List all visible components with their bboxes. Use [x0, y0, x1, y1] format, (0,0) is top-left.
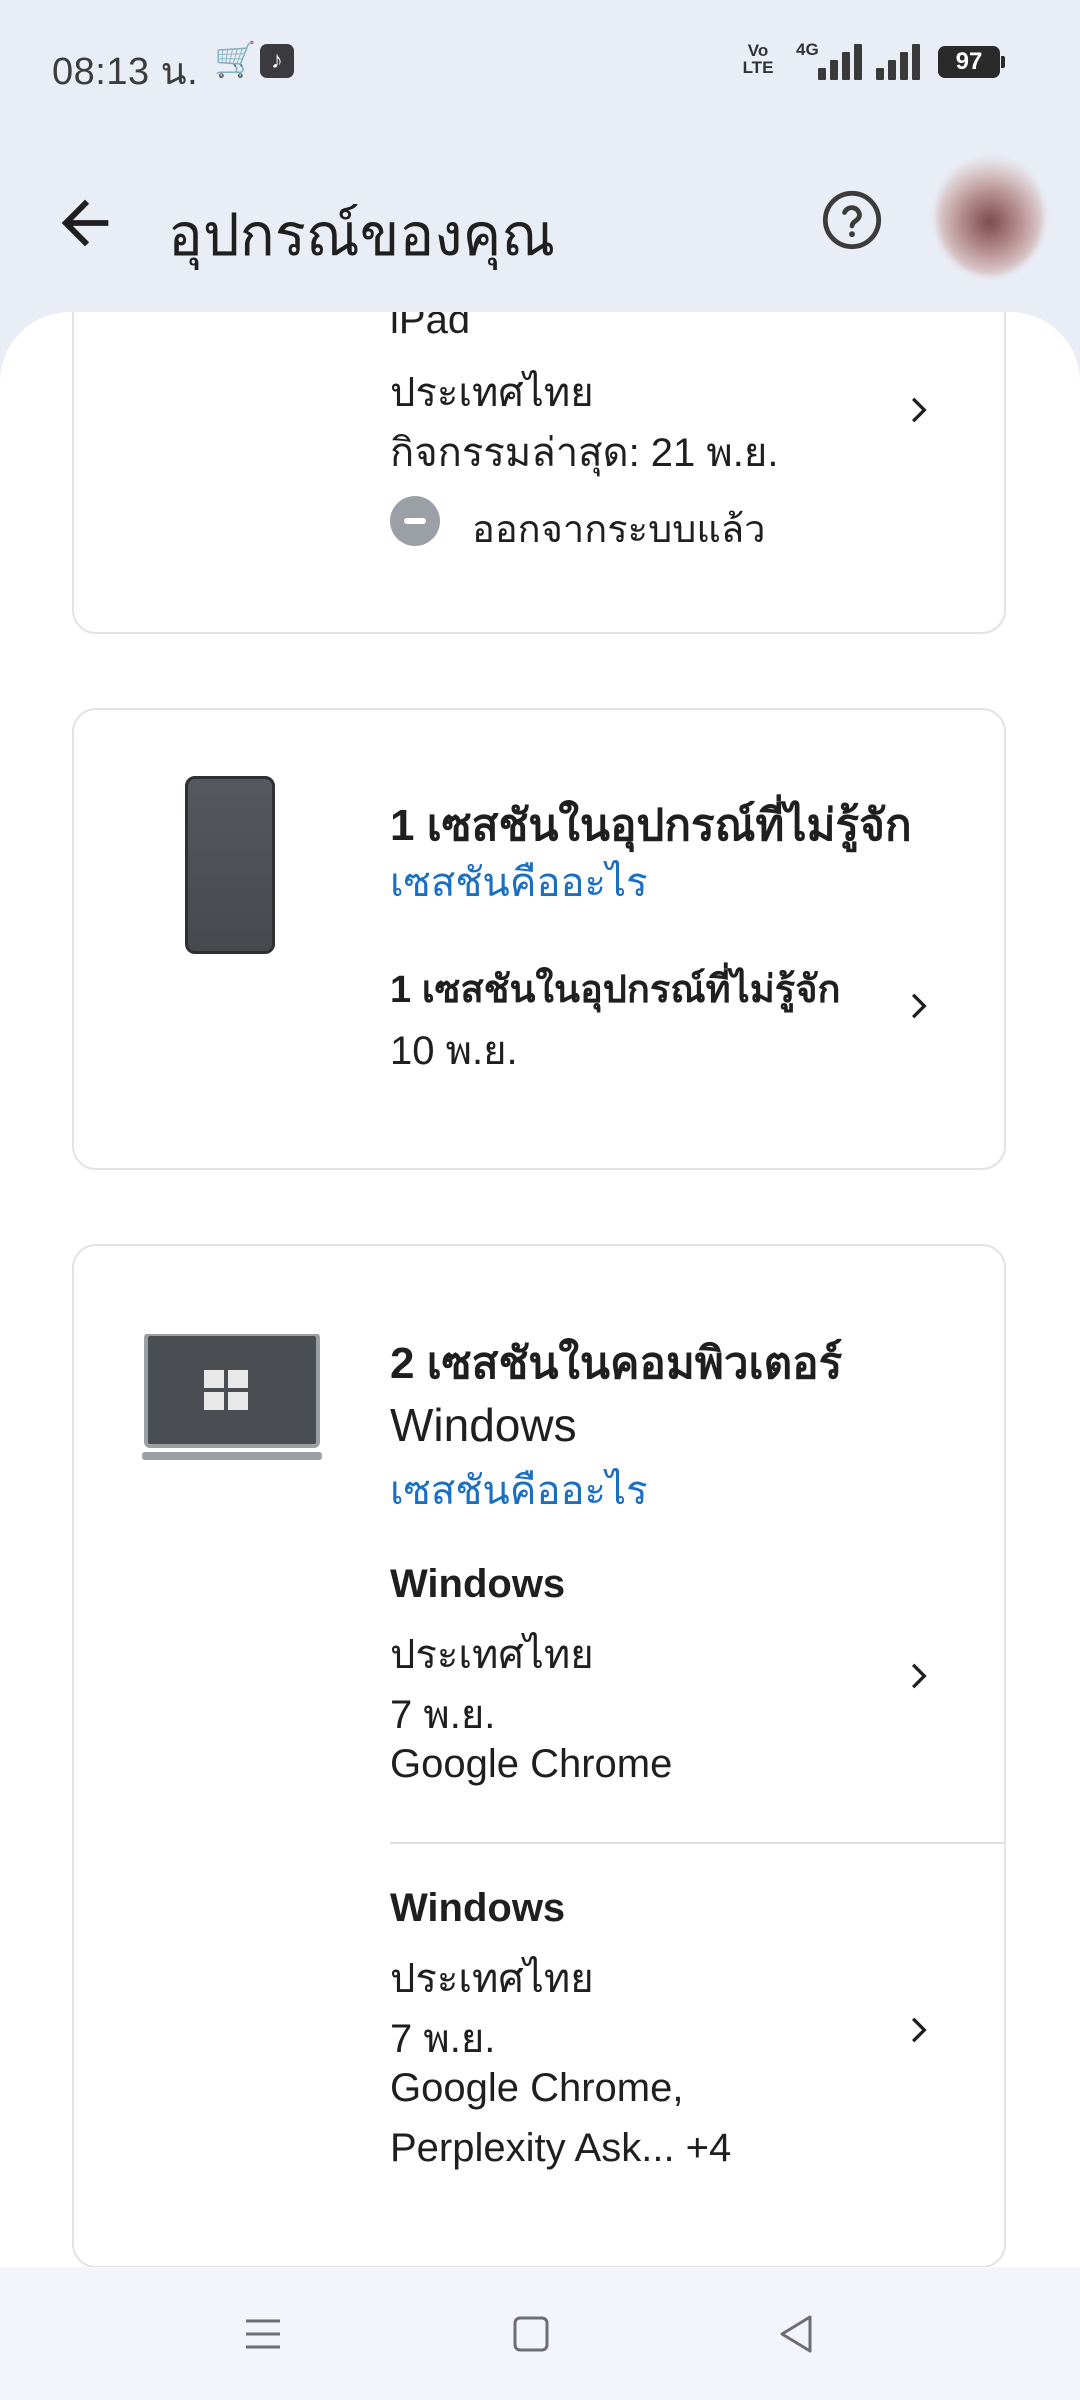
volte-indicator: Vo LTE: [734, 42, 782, 76]
system-navigation-bar: [0, 2267, 1080, 2400]
device-name: iPad: [390, 312, 471, 342]
session-location: ประเทศไทย: [390, 1957, 594, 2001]
signal-strength-icon: [876, 42, 924, 80]
network-type: 4G: [796, 40, 819, 59]
card-heading-line2: Windows: [390, 1399, 577, 1451]
help-button[interactable]: [820, 188, 884, 252]
chevron-right-icon: [900, 1656, 940, 1696]
chevron-right-icon: [900, 986, 940, 1026]
what-is-session-link[interactable]: เซสชันคืออะไร: [390, 850, 648, 914]
shopping-cart-icon: 🛒: [214, 41, 257, 79]
chevron-right-icon: [900, 390, 940, 430]
recent-apps-button[interactable]: [238, 2309, 288, 2359]
status-time: 08:13 น.: [52, 51, 199, 93]
session-apps: Google Chrome,: [390, 2066, 684, 2110]
divider: [390, 1842, 1004, 1844]
back-button[interactable]: [50, 188, 120, 258]
session-apps: Google Chrome: [390, 1742, 673, 1786]
home-button[interactable]: [506, 2309, 556, 2359]
windows-laptop-icon: [142, 1332, 322, 1464]
page-title: อุปกรณ์ของคุณ: [168, 203, 556, 268]
what-is-session-link[interactable]: เซสชันคืออะไร: [390, 1458, 648, 1522]
device-location: ประเทศไทย: [390, 371, 594, 415]
card-heading: 2 เซสชันในคอมพิวเตอร์: [390, 1339, 843, 1388]
tiktok-icon: ♪: [260, 44, 294, 78]
devices-list: iPad ประเทศไทย กิจกรรมล่าสุด: 21 พ.ย. ออ…: [0, 312, 1080, 2267]
session-date: 7 พ.ย.: [390, 1693, 496, 1737]
arrow-back-icon: [61, 199, 109, 247]
account-avatar[interactable]: [936, 156, 1044, 276]
app-bar: อุปกรณ์ของคุณ: [0, 128, 1080, 312]
session-location: ประเทศไทย: [390, 1633, 594, 1677]
back-nav-button[interactable]: [772, 2309, 822, 2359]
device-status: ออกจากระบบแล้ว: [472, 509, 766, 551]
smartphone-icon: [185, 776, 275, 954]
menu-lines-icon: [246, 2319, 280, 2349]
session-apps-more: Perplexity Ask... +4: [390, 2126, 732, 2170]
square-icon: [513, 2316, 549, 2352]
signal-strength-icon: [818, 42, 866, 80]
chevron-right-icon: [900, 2010, 940, 2050]
session-date: 7 พ.ย.: [390, 2017, 496, 2061]
help-circle-icon: [822, 190, 882, 250]
volte-label-top: Vo: [747, 41, 769, 60]
unknown-device-card: 1 เซสชันในอุปกรณ์ที่ไม่รู้จัก เซสชันคืออ…: [72, 708, 1006, 1170]
status-bar: 08:13 น. 🛒 ♪ Vo LTE 4G 97: [0, 0, 1080, 128]
session-date: 10 พ.ย.: [390, 1029, 518, 1073]
volte-label-bottom: LTE: [742, 58, 774, 77]
windows-sessions-card: 2 เซสชันในคอมพิวเตอร์ Windows เซสชันคืออ…: [72, 1244, 1006, 2267]
battery-icon: 97: [938, 46, 1005, 78]
device-last-activity: กิจกรรมล่าสุด: 21 พ.ย.: [390, 431, 779, 475]
device-card-ipad[interactable]: iPad ประเทศไทย กิจกรรมล่าสุด: 21 พ.ย. ออ…: [72, 312, 1006, 634]
session-device-name: Windows: [390, 1562, 566, 1606]
triangle-back-icon: [780, 2315, 812, 2353]
session-device-name: Windows: [390, 1886, 566, 1930]
session-title: 1 เซสชันในอุปกรณ์ที่ไม่รู้จัก: [390, 969, 841, 1011]
signed-out-icon: [390, 496, 440, 546]
